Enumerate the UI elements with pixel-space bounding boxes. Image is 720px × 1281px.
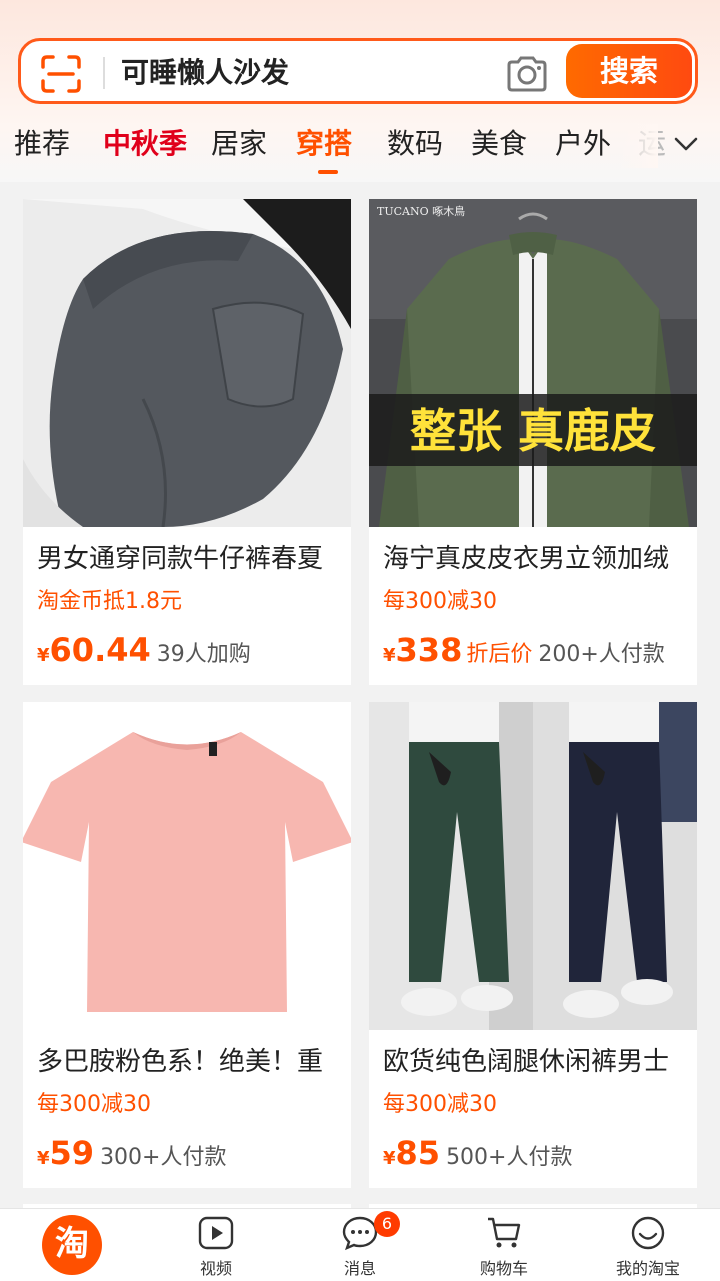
nav-label: 我的淘宝 (615, 1259, 680, 1278)
nav-label: 消息 (343, 1259, 376, 1278)
chevron-down-icon[interactable] (672, 130, 700, 158)
discount-label: 折后价 (466, 642, 533, 667)
nav-home[interactable]: 淘 (0, 1209, 144, 1281)
search-bar[interactable]: 可睡懒人沙发 搜索 (18, 38, 698, 104)
price-row: ¥60.44 39人加购 (37, 631, 251, 675)
taobao-home-icon[interactable]: 淘 (42, 1215, 102, 1275)
product-price: 338 (395, 631, 463, 669)
currency-symbol: ¥ (383, 1148, 396, 1169)
product-promo: 每300减30 (37, 1092, 151, 1117)
product-price: 60.44 (49, 631, 151, 669)
cart-icon (488, 1217, 521, 1248)
smile-icon (631, 1216, 665, 1250)
scan-icon[interactable] (41, 55, 81, 93)
search-input[interactable]: 可睡懒人沙发 (121, 55, 289, 91)
nav-label: 购物车 (479, 1259, 528, 1278)
search-button[interactable]: 搜索 (566, 44, 692, 98)
currency-symbol: ¥ (383, 645, 396, 666)
tab-digital[interactable]: 数码 (387, 124, 443, 164)
product-card[interactable]: 多巴胺粉色系！绝美！重 每300减30 ¥59 300+人付款 (23, 702, 351, 1188)
bottom-nav: 淘 视频 消息 购物车 我的淘宝 (0, 1208, 720, 1281)
product-price: 85 (395, 1134, 441, 1172)
nav-cart[interactable]: 购物车 (432, 1209, 576, 1281)
tab-outfit[interactable]: 穿搭 (296, 124, 352, 164)
product-title[interactable]: 多巴胺粉色系！绝美！重 (37, 1044, 347, 1080)
product-sales: 500+人付款 (446, 1145, 573, 1170)
product-card[interactable]: 男女通穿同款牛仔裤春夏 淘金币抵1.8元 ¥60.44 39人加购 (23, 199, 351, 685)
tab-mid-autumn[interactable]: 中秋季 (103, 124, 187, 164)
tab-food[interactable]: 美食 (471, 124, 527, 164)
category-tabs: 推荐 中秋季 居家 穿搭 数码 美食 户外 运 (0, 124, 720, 178)
price-row: ¥59 300+人付款 (37, 1134, 227, 1178)
product-card[interactable]: 欧货纯色阔腿休闲裤男士 每300减30 ¥85 500+人付款 (369, 702, 697, 1188)
product-sales: 39人加购 (156, 642, 251, 667)
play-icon (198, 1216, 234, 1250)
currency-symbol: ¥ (37, 1148, 50, 1169)
overlay-text: 整张 真鹿皮 (410, 404, 656, 458)
product-image-jacket[interactable]: 整张 真鹿皮 TUCANO 啄木鳥 (369, 199, 697, 527)
product-sales: 200+人付款 (538, 642, 665, 667)
nav-my-taobao[interactable]: 我的淘宝 (576, 1209, 720, 1281)
tabs-fade (618, 124, 658, 168)
nav-video[interactable]: 视频 (144, 1209, 288, 1281)
chat-icon (342, 1216, 378, 1251)
search-divider (103, 57, 105, 89)
product-image-pants[interactable] (369, 702, 697, 1030)
active-tab-indicator (318, 170, 338, 174)
product-promo: 每300减30 (383, 589, 497, 614)
price-row: ¥338 折后价 200+人付款 (383, 631, 665, 675)
product-promo: 淘金币抵1.8元 (37, 589, 182, 614)
product-sales: 300+人付款 (100, 1145, 227, 1170)
currency-symbol: ¥ (37, 645, 50, 666)
product-title[interactable]: 欧货纯色阔腿休闲裤男士 (383, 1044, 693, 1080)
nav-messages[interactable]: 消息 (288, 1209, 432, 1281)
tab-outdoor[interactable]: 户外 (555, 124, 611, 164)
product-price: 59 (49, 1134, 95, 1172)
product-promo: 每300减30 (383, 1092, 497, 1117)
product-card[interactable]: 整张 真鹿皮 TUCANO 啄木鳥 海宁真皮皮衣男立领加绒 每300减30 ¥3… (369, 199, 697, 685)
product-title[interactable]: 男女通穿同款牛仔裤春夏 (37, 541, 347, 577)
brand-logo-text: TUCANO 啄木鳥 (377, 204, 465, 218)
product-title[interactable]: 海宁真皮皮衣男立领加绒 (383, 541, 693, 577)
price-row: ¥85 500+人付款 (383, 1134, 573, 1178)
product-image-tshirt[interactable] (23, 702, 351, 1030)
tab-recommend[interactable]: 推荐 (14, 124, 70, 164)
nav-label: 视频 (199, 1259, 232, 1278)
product-image-jeans[interactable] (23, 199, 351, 527)
camera-icon[interactable] (505, 55, 549, 93)
tab-home[interactable]: 居家 (211, 124, 267, 164)
message-badge: 6 (374, 1211, 400, 1237)
